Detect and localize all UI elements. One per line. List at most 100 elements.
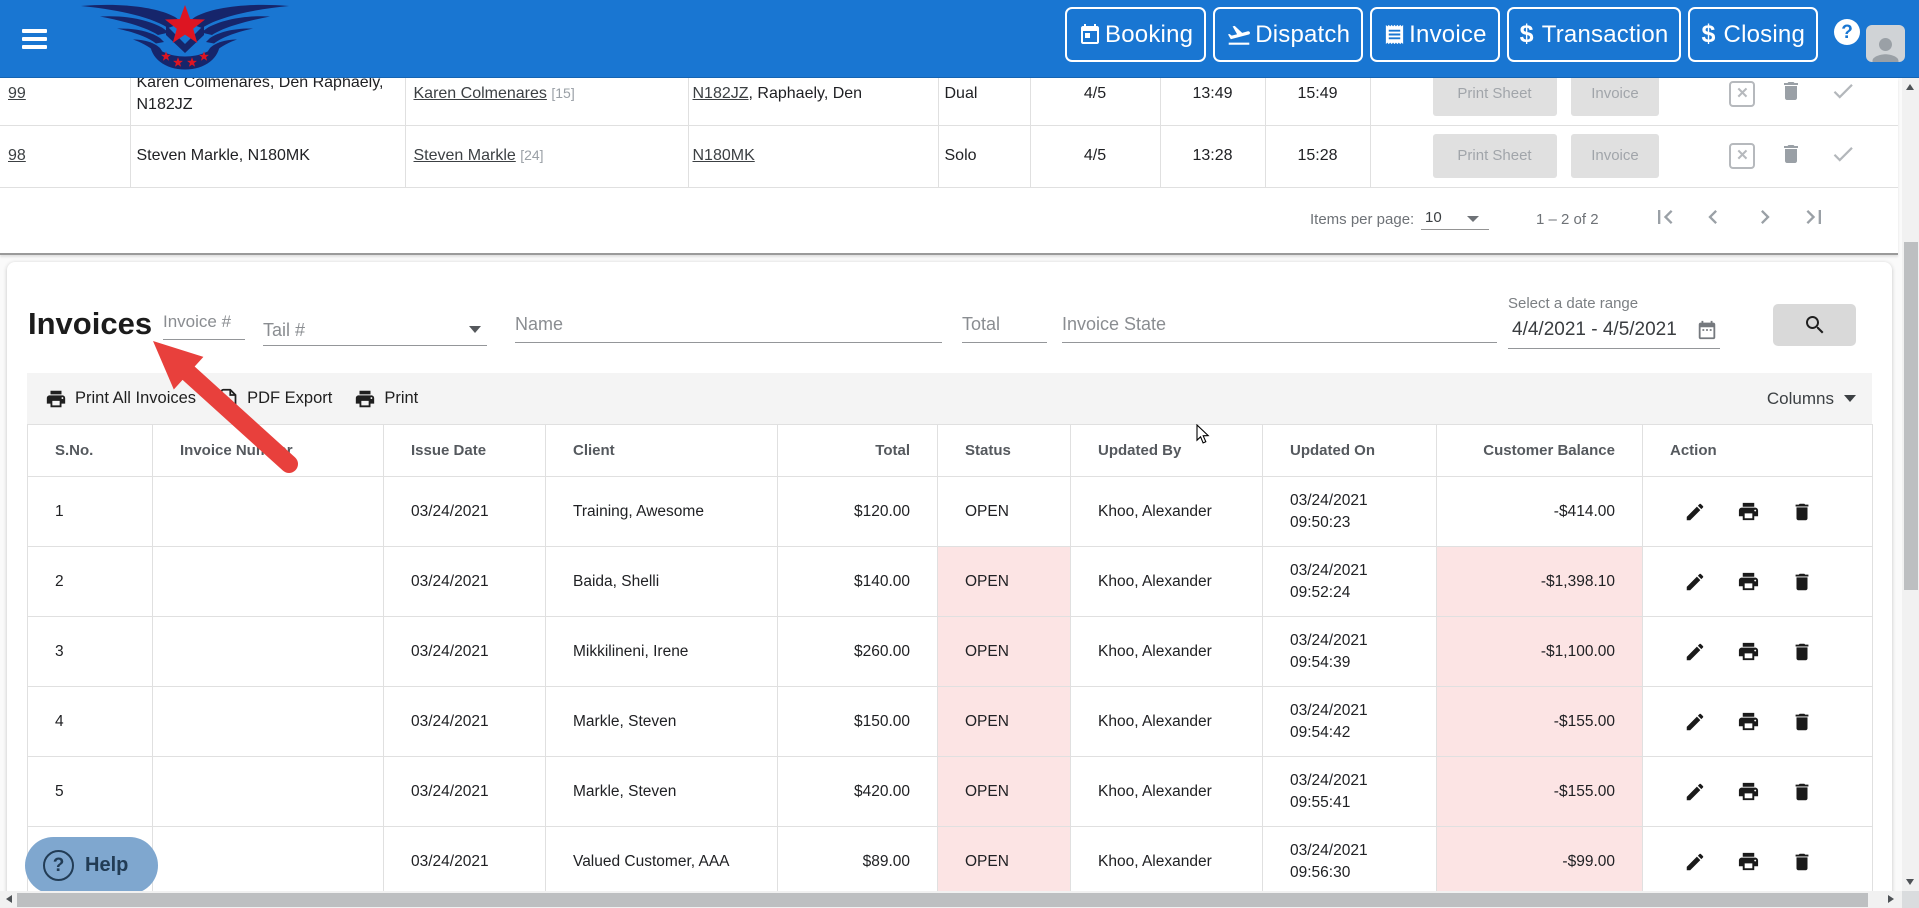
search-button[interactable] [1773,304,1856,346]
first-page-icon[interactable] [1651,203,1679,231]
col-header-invoice-number: Invoice Number [153,425,384,477]
scroll-down-icon[interactable] [1906,879,1914,885]
booking-client-link[interactable]: Steven Markle [414,147,516,164]
printer-icon [45,388,67,410]
help-icon: ? [43,850,74,881]
invoice-customer-balance: -$1,398.10 [1437,547,1643,617]
scroll-left-icon[interactable] [6,895,12,903]
invoice-actions-cell [1643,687,1873,757]
help-button[interactable]: ? Help [25,837,158,894]
invoice-updated-on: 03/24/202109:52:24 [1263,547,1437,617]
invoice-sno: 4 [28,687,153,757]
invoice-customer-balance: -$99.00 [1437,827,1643,897]
name-input[interactable]: Name [515,314,942,343]
columns-dropdown[interactable]: Columns [1767,373,1856,424]
last-page-icon[interactable] [1800,203,1828,231]
invoice-button[interactable]: Invoice [1571,134,1659,178]
vertical-scrollbar[interactable] [1902,78,1919,891]
nav-invoice-button[interactable]: Invoice [1370,7,1499,62]
invoice-row: 6 03/24/2021 Valued Customer, AAA $89.00… [28,827,1873,897]
cancel-x-icon[interactable]: ✕ [1729,81,1755,107]
tail-number-select[interactable]: Tail # [263,320,487,346]
nav-closing-button[interactable]: $ Closing [1688,7,1818,62]
total-input[interactable]: Total [962,314,1047,343]
col-header-sno: S.No. [28,425,153,477]
caret-down-icon [1844,395,1856,402]
print-icon[interactable] [1737,850,1760,873]
items-per-page-select[interactable]: 10 [1421,208,1489,230]
invoice-sno: 1 [28,477,153,547]
nav-booking-button[interactable]: Booking [1065,7,1206,62]
vertical-scrollbar-thumb[interactable] [1904,242,1918,590]
print-icon[interactable] [1737,640,1760,663]
edit-icon[interactable] [1684,781,1706,803]
edit-icon[interactable] [1684,711,1706,733]
col-header-client: Client [546,425,778,477]
print-sheet-button[interactable]: Print Sheet [1433,134,1557,178]
invoice-status: OPEN [938,477,1071,547]
next-page-icon[interactable] [1751,203,1779,231]
delete-icon[interactable] [1791,641,1813,663]
invoice-updated-on: 03/24/202109:50:23 [1263,477,1437,547]
cancel-x-icon[interactable]: ✕ [1729,143,1755,169]
delete-icon[interactable] [1791,851,1813,873]
invoice-number-input[interactable]: Invoice # [163,312,245,340]
print-all-invoices-button[interactable]: Print All Invoices [45,388,196,410]
nav-booking-label: Booking [1105,21,1193,49]
delete-icon[interactable] [1791,781,1813,803]
invoice-updated-on: 03/24/202109:54:42 [1263,687,1437,757]
invoice-updated-by: Khoo, Alexander [1071,617,1263,687]
bookings-table: 99 Karen Colmenares, Den Raphaely,N182JZ… [0,63,1898,188]
invoice-actions-cell [1643,827,1873,897]
calendar-icon[interactable] [1696,319,1718,346]
trash-icon[interactable] [1779,79,1803,108]
horizontal-scrollbar[interactable] [0,891,1902,908]
edit-icon[interactable] [1684,571,1706,593]
invoice-button[interactable]: Invoice [1571,72,1659,116]
edit-icon[interactable] [1684,501,1706,523]
check-icon[interactable] [1830,141,1856,172]
invoices-header-row: S.No. Invoice Number Issue Date Client T… [28,425,1873,477]
invoice-number-cell [153,757,384,827]
invoice-client: Mikkilineni, Irene [546,617,778,687]
invoice-row: 3 03/24/2021 Mikkilineni, Irene $260.00 … [28,617,1873,687]
delete-icon[interactable] [1791,501,1813,523]
horizontal-scrollbar-thumb[interactable] [17,893,1868,907]
pdf-export-button[interactable]: PDF Export [218,388,332,409]
booking-id-link[interactable]: 98 [8,147,26,164]
col-header-updated-by: Updated By [1071,425,1263,477]
invoice-status: OPEN [938,547,1071,617]
print-icon[interactable] [1737,710,1760,733]
booking-aircraft-link[interactable]: N182JZ [693,85,749,102]
edit-icon[interactable] [1684,641,1706,663]
nav-dispatch-button[interactable]: Dispatch [1213,7,1363,62]
booking-aircraft-link[interactable]: N180MK [693,147,755,164]
edit-icon[interactable] [1684,851,1706,873]
print-icon[interactable] [1737,570,1760,593]
check-icon[interactable] [1830,78,1856,109]
delete-icon[interactable] [1791,571,1813,593]
header-help-icon[interactable]: ? [1834,19,1860,45]
date-range-field[interactable]: Select a date range 4/4/2021 - 4/5/2021 [1508,295,1720,349]
print-sheet-button[interactable]: Print Sheet [1433,72,1557,116]
print-icon[interactable] [1737,500,1760,523]
invoice-updated-on: 03/24/202109:55:41 [1263,757,1437,827]
prev-page-icon[interactable] [1699,203,1727,231]
scroll-up-icon[interactable] [1906,84,1914,90]
invoice-customer-balance: -$155.00 [1437,757,1643,827]
dollar-icon: $ [1520,20,1534,49]
invoice-sno: 2 [28,547,153,617]
pdf-icon [218,388,239,409]
trash-icon[interactable] [1779,142,1803,171]
scroll-right-icon[interactable] [1888,895,1894,903]
nav-transaction-button[interactable]: $ Transaction [1507,7,1682,62]
booking-client-link[interactable]: Karen Colmenares [414,85,547,102]
print-icon[interactable] [1737,780,1760,803]
print-button[interactable]: Print [354,388,418,410]
booking-id-link[interactable]: 99 [8,85,26,102]
invoice-state-input[interactable]: Invoice State [1062,314,1497,343]
invoice-sno: 3 [28,617,153,687]
menu-icon[interactable] [22,29,47,49]
user-avatar[interactable] [1866,25,1905,62]
delete-icon[interactable] [1791,711,1813,733]
